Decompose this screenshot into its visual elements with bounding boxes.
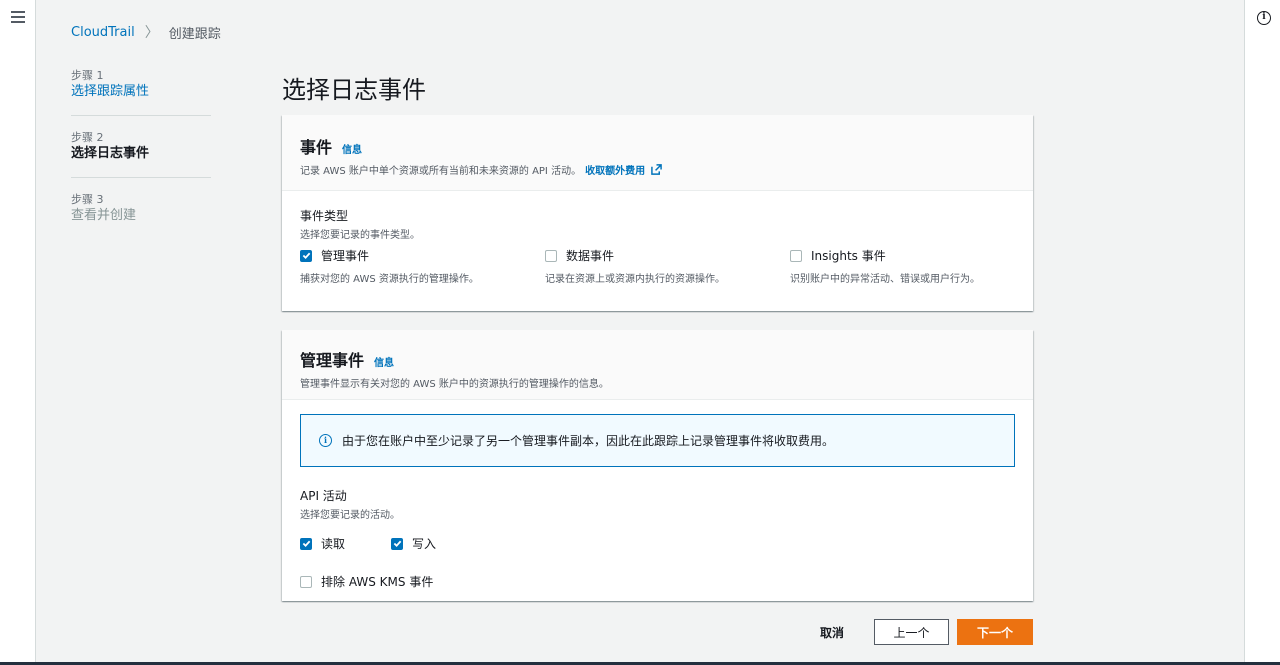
events-panel-description: 记录 AWS 账户中单个资源或所有当前和未来资源的 API 活动。 收取额外费用 bbox=[300, 162, 1015, 177]
extra-cost-link[interactable]: 收取额外费用 bbox=[585, 162, 662, 177]
event-type-label: 事件类型 bbox=[300, 209, 349, 223]
exclude-kms-label: 排除 AWS KMS 事件 bbox=[321, 575, 434, 589]
write-label: 写入 bbox=[412, 537, 437, 551]
checkbox-checked-icon bbox=[391, 537, 403, 550]
events-panel-header: 事件 信息 记录 AWS 账户中单个资源或所有当前和未来资源的 API 活动。 … bbox=[282, 115, 1033, 191]
menu-icon[interactable] bbox=[11, 11, 25, 23]
info-icon[interactable]: i bbox=[1257, 11, 1271, 25]
step-number: 步骤 1 bbox=[71, 69, 104, 82]
events-panel: 事件 信息 记录 AWS 账户中单个资源或所有当前和未来资源的 API 活动。 … bbox=[282, 115, 1033, 311]
external-link-icon bbox=[651, 164, 662, 175]
checkbox-unchecked-icon bbox=[790, 249, 802, 262]
event-type-description: 选择您要记录的事件类型。 bbox=[300, 230, 420, 241]
api-activity-description: 选择您要记录的活动。 bbox=[300, 510, 400, 521]
insights-events-label: Insights 事件 bbox=[811, 249, 886, 263]
breadcrumb: CloudTrail 〉 创建跟踪 bbox=[71, 22, 221, 42]
data-events-checkbox[interactable]: 数据事件 bbox=[545, 247, 790, 264]
management-panel-title: 管理事件 bbox=[300, 351, 365, 370]
checkbox-unchecked-icon bbox=[300, 575, 312, 588]
management-events-desc: 捕获对您的 AWS 资源执行的管理操作。 bbox=[300, 274, 479, 285]
read-checkbox[interactable]: 读取 bbox=[300, 535, 391, 552]
data-events-label: 数据事件 bbox=[566, 249, 615, 263]
insights-events-desc: 识别账户中的异常活动、错误或用户行为。 bbox=[790, 274, 980, 285]
management-panel-header: 管理事件 信息 管理事件显示有关对您的 AWS 账户中的资源执行的管理操作的信息… bbox=[282, 330, 1033, 400]
option-management-events: 管理事件 捕获对您的 AWS 资源执行的管理操作。 bbox=[300, 247, 545, 285]
wizard-steps: 步骤 1 选择跟踪属性 步骤 2 选择日志事件 步骤 3 查看并创建 bbox=[71, 68, 211, 253]
api-activity-options: 读取 写入 bbox=[300, 535, 1015, 552]
management-panel-description: 管理事件显示有关对您的 AWS 账户中的资源执行的管理操作的信息。 bbox=[300, 379, 609, 390]
management-events-panel: 管理事件 信息 管理事件显示有关对您的 AWS 账户中的资源执行的管理操作的信息… bbox=[282, 330, 1033, 601]
cancel-button[interactable]: 取消 bbox=[820, 624, 844, 641]
page-title: 选择日志事件 bbox=[282, 76, 426, 104]
api-activity-label: API 活动 bbox=[300, 489, 347, 503]
wizard-actions: 取消 上一个 下一个 bbox=[820, 619, 1033, 645]
management-info-link[interactable]: 信息 bbox=[374, 354, 394, 369]
events-panel-body: 事件类型 选择您要记录的事件类型。 管理事件 捕获对您的 AWS 资源执行的管理… bbox=[282, 191, 1033, 303]
exclude-kms-checkbox[interactable]: 排除 AWS KMS 事件 bbox=[300, 573, 1015, 590]
checkbox-unchecked-icon bbox=[545, 249, 557, 262]
step-number: 步骤 3 bbox=[71, 193, 104, 206]
cost-alert-text: 由于您在账户中至少记录了另一个管理事件副本，因此在此跟踪上记录管理事件将收取费用… bbox=[342, 434, 835, 448]
cost-alert: i 由于您在账户中至少记录了另一个管理事件副本，因此在此跟踪上记录管理事件将收取… bbox=[300, 414, 1015, 467]
read-label: 读取 bbox=[321, 537, 346, 551]
option-data-events: 数据事件 记录在资源上或资源内执行的资源操作。 bbox=[545, 247, 790, 285]
insights-events-checkbox[interactable]: Insights 事件 bbox=[790, 247, 1015, 264]
breadcrumb-current: 创建跟踪 bbox=[168, 26, 221, 42]
extra-cost-link-text: 收取额外费用 bbox=[585, 166, 646, 177]
event-type-options: 管理事件 捕获对您的 AWS 资源执行的管理操作。 数据事件 记录在资源上或资源… bbox=[300, 247, 1015, 285]
events-panel-title: 事件 bbox=[300, 138, 333, 157]
left-nav-rail bbox=[0, 0, 36, 665]
events-info-link[interactable]: 信息 bbox=[342, 141, 362, 156]
step-1: 步骤 1 选择跟踪属性 bbox=[71, 68, 211, 116]
breadcrumb-cloudtrail-link[interactable]: CloudTrail bbox=[71, 25, 135, 40]
step-3-title: 查看并创建 bbox=[71, 208, 137, 223]
option-insights-events: Insights 事件 识别账户中的异常活动、错误或用户行为。 bbox=[790, 247, 1015, 285]
data-events-desc: 记录在资源上或资源内执行的资源操作。 bbox=[545, 274, 725, 285]
management-panel-body: i 由于您在账户中至少记录了另一个管理事件副本，因此在此跟踪上记录管理事件将收取… bbox=[282, 400, 1033, 608]
chevron-right-icon: 〉 bbox=[144, 25, 159, 41]
step-1-link[interactable]: 选择跟踪属性 bbox=[71, 83, 211, 101]
write-checkbox[interactable]: 写入 bbox=[391, 535, 436, 552]
right-tools-rail: i bbox=[1244, 0, 1280, 665]
checkbox-checked-icon bbox=[300, 249, 312, 262]
step-3: 步骤 3 查看并创建 bbox=[71, 192, 211, 239]
step-number: 步骤 2 bbox=[71, 131, 104, 144]
step-2: 步骤 2 选择日志事件 bbox=[71, 130, 211, 178]
management-events-label: 管理事件 bbox=[321, 249, 370, 263]
previous-button[interactable]: 上一个 bbox=[874, 619, 949, 645]
step-2-title: 选择日志事件 bbox=[71, 146, 150, 161]
info-icon: i bbox=[319, 434, 332, 447]
events-description-text: 记录 AWS 账户中单个资源或所有当前和未来资源的 API 活动。 bbox=[300, 166, 582, 177]
next-button[interactable]: 下一个 bbox=[957, 619, 1033, 645]
checkbox-checked-icon bbox=[300, 537, 312, 550]
management-events-checkbox[interactable]: 管理事件 bbox=[300, 247, 545, 264]
